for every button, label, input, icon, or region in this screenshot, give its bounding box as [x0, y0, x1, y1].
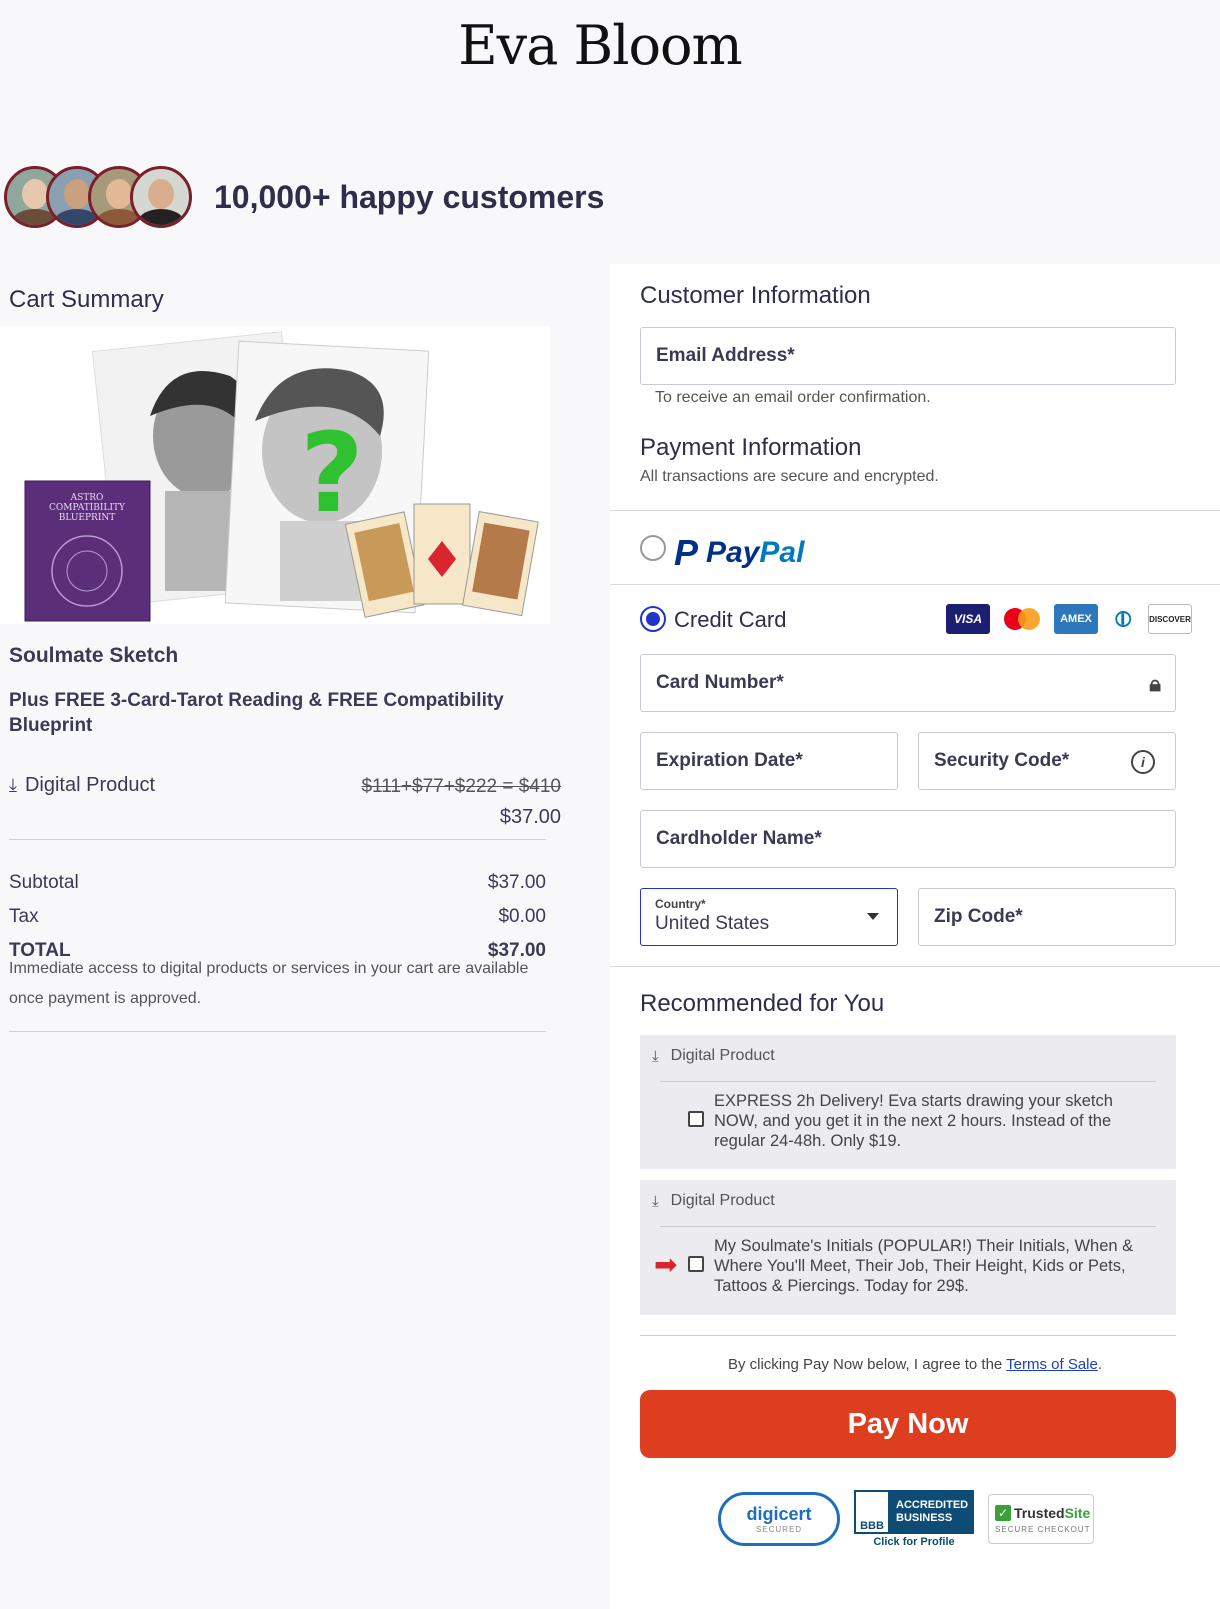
- cart-summary-title: Cart Summary: [9, 286, 164, 313]
- card-number-field[interactable]: Card Number* 🔒︎: [640, 654, 1176, 712]
- country-select[interactable]: Country* United States: [640, 888, 898, 946]
- divider: [660, 1226, 1156, 1227]
- original-price: $111+$77+$222 = $410: [361, 776, 561, 797]
- country-value: United States: [655, 913, 770, 934]
- diners-icon: ⦶: [1108, 604, 1138, 634]
- upsell-type: ⤓ Digital Product: [652, 1192, 775, 1210]
- divider: [610, 510, 1220, 511]
- paypal-logo: PayPal: [706, 536, 805, 569]
- avatar: [130, 166, 192, 228]
- paypal-icon: P: [674, 532, 699, 573]
- trust-badges: digicert SECURED BBB ACCREDITED BUSINESS …: [718, 1490, 1094, 1548]
- upsell-text: EXPRESS 2h Delivery! Eva starts drawing …: [714, 1092, 1113, 1150]
- svg-text:BLUEPRINT: BLUEPRINT: [59, 513, 116, 523]
- security-code-placeholder: Security Code*: [934, 750, 1070, 771]
- discover-icon: DISCOVER: [1148, 604, 1192, 634]
- chevron-down-icon: [867, 913, 879, 920]
- email-placeholder: Email Address*: [656, 345, 795, 366]
- security-code-field[interactable]: Security Code* i: [918, 732, 1176, 790]
- product-subtitle: Plus FREE 3-Card-Tarot Reading & FREE Co…: [9, 690, 504, 736]
- tax-value: $0.00: [498, 906, 546, 927]
- lock-icon: 🔒︎: [1149, 671, 1161, 696]
- cardholder-name-field[interactable]: Cardholder Name*: [640, 810, 1176, 868]
- divider: [9, 1031, 546, 1032]
- product-price: $37.00: [499, 806, 561, 828]
- subtotal-value: $37.00: [487, 872, 546, 893]
- trustedsite-badge[interactable]: ✓ Trusted Site SECURE CHECKOUT: [988, 1494, 1094, 1544]
- upsell-checkbox[interactable]: [688, 1256, 704, 1272]
- upsell-item: ⤓ Digital Product EXPRESS 2h Delivery! E…: [640, 1035, 1176, 1169]
- country-label: Country*: [655, 897, 706, 911]
- amex-icon: AMEX: [1054, 604, 1098, 634]
- card-brands: VISA AMEX ⦶ DISCOVER: [946, 604, 1192, 634]
- checkmark-icon: ✓: [995, 1504, 1011, 1521]
- upsell-type: ⤓ Digital Product: [652, 1047, 775, 1065]
- info-icon[interactable]: i: [1131, 750, 1155, 774]
- expiration-placeholder: Expiration Date*: [656, 750, 803, 771]
- digicert-badge[interactable]: digicert SECURED: [718, 1492, 840, 1546]
- visa-icon: VISA: [946, 604, 990, 634]
- access-note: Immediate access to digital products or …: [9, 960, 529, 1007]
- terms-of-sale-link[interactable]: Terms of Sale: [1006, 1356, 1098, 1373]
- credit-card-label[interactable]: Credit Card: [674, 607, 786, 633]
- expiration-date-field[interactable]: Expiration Date*: [640, 732, 898, 790]
- checkout-panel: Customer Information Email Address* To r…: [610, 264, 1220, 1609]
- product-type-label: Digital Product: [24, 774, 156, 796]
- bbb-badge[interactable]: BBB ACCREDITED BUSINESS Click for Profile: [854, 1490, 974, 1548]
- cardholder-placeholder: Cardholder Name*: [656, 828, 822, 849]
- arrow-right-icon: ➡: [654, 1249, 678, 1280]
- tax-row: Tax $0.00: [9, 906, 546, 928]
- download-icon: ⤓: [652, 1047, 659, 1065]
- divider: [640, 1335, 1176, 1336]
- download-icon: ⤓: [652, 1192, 659, 1210]
- social-proof-text: 10,000+ happy customers: [214, 178, 605, 215]
- customer-info-title: Customer Information: [640, 282, 871, 309]
- payment-info-title: Payment Information: [640, 434, 862, 461]
- card-number-placeholder: Card Number*: [656, 672, 784, 693]
- pay-now-button[interactable]: Pay Now: [640, 1390, 1176, 1458]
- terms-agreement: By clicking Pay Now below, I agree to th…: [727, 1356, 1103, 1373]
- customer-avatars: [4, 166, 192, 228]
- zip-placeholder: Zip Code*: [934, 906, 1023, 927]
- payment-secure-note: All transactions are secure and encrypte…: [640, 468, 939, 485]
- svg-text:COMPATIBILITY: COMPATIBILITY: [49, 503, 126, 513]
- product-image: ? ASTRO COMPATIBILITY BLUEPRINT: [0, 326, 550, 624]
- divider: [9, 839, 546, 840]
- svg-text:?: ?: [300, 409, 364, 537]
- brand-logo: Eva Bloom: [458, 14, 742, 77]
- upsell-text: My Soulmate's Initials (POPULAR!) Their …: [714, 1237, 1134, 1295]
- divider: [610, 584, 1220, 585]
- product-name: Soulmate Sketch: [9, 644, 179, 667]
- divider: [660, 1081, 1156, 1082]
- social-proof: 10,000+ happy customers: [4, 166, 604, 228]
- credit-card-radio[interactable]: [640, 606, 666, 632]
- mastercard-icon: [1000, 604, 1044, 634]
- recommended-title: Recommended for You: [640, 990, 885, 1017]
- subtotal-row: Subtotal $37.00: [9, 872, 546, 894]
- tax-label: Tax: [9, 906, 39, 927]
- divider: [610, 966, 1220, 967]
- svg-text:ASTRO: ASTRO: [70, 493, 104, 503]
- email-hint: To receive an email order confirmation.: [655, 389, 931, 406]
- zip-code-field[interactable]: Zip Code*: [918, 888, 1176, 946]
- download-icon: ⤓: [9, 775, 17, 795]
- subtotal-label: Subtotal: [9, 872, 79, 893]
- upsell-checkbox[interactable]: [688, 1111, 704, 1127]
- upsell-item: ⤓ Digital Product ➡ My Soulmate's Initia…: [640, 1180, 1176, 1315]
- email-field[interactable]: Email Address*: [640, 327, 1176, 385]
- cart-line-item: ⤓ Digital Product $111+$77+$222 = $410 $…: [9, 774, 561, 828]
- paypal-option[interactable]: P PayPal: [674, 532, 804, 574]
- cart-summary: Cart Summary ? ASTRO COMPATIBILITY BLUEP…: [0, 286, 561, 1032]
- paypal-radio[interactable]: [640, 535, 666, 561]
